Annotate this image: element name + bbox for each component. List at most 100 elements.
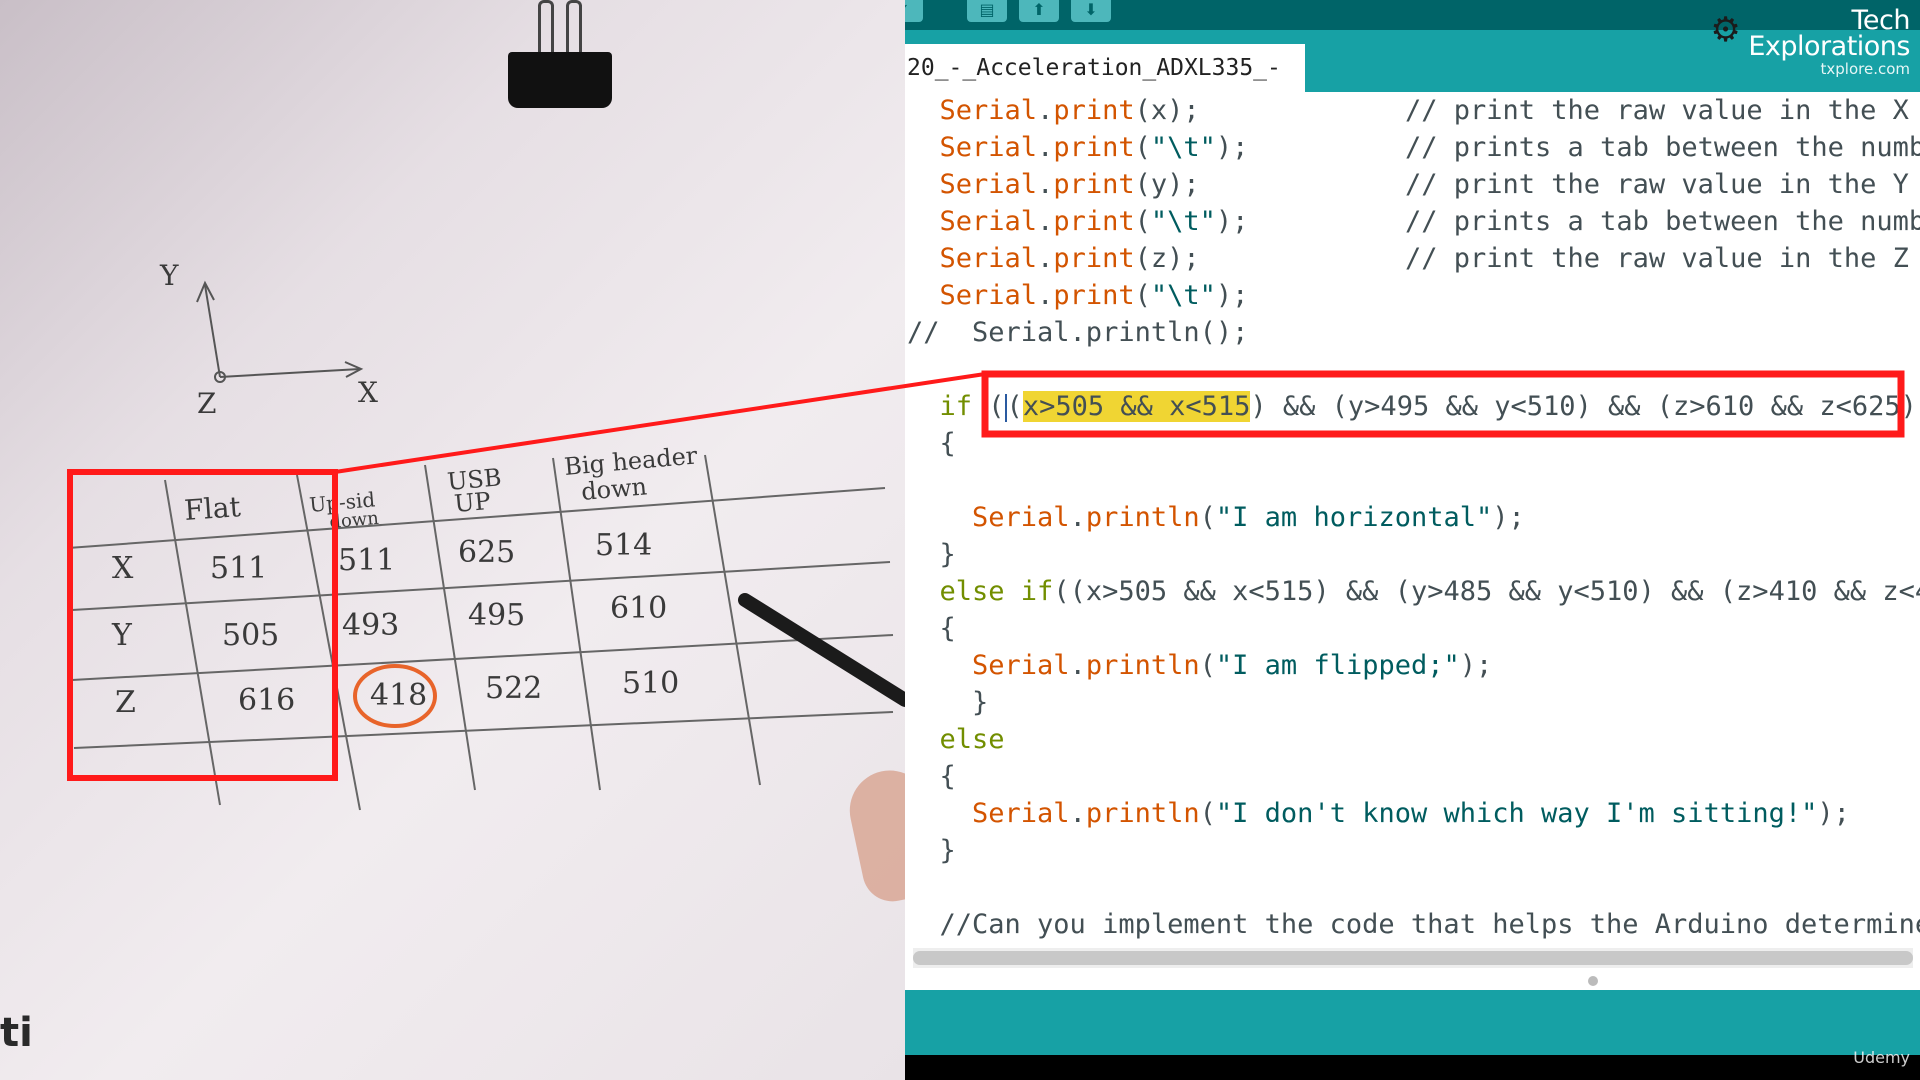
code-token: ); — [1492, 502, 1525, 533]
code-token: "I am flipped;" — [1215, 650, 1460, 681]
code-token: Serial — [972, 502, 1070, 533]
code-token: "\t" — [1150, 280, 1216, 311]
cell-y-upside: 493 — [342, 608, 399, 643]
code-token: print — [1053, 169, 1135, 200]
code-token: if — [939, 391, 973, 422]
arduino-ide-window: ✓ ▤ ⬆ ⬇ 20_-_Acceleration_ADXL335_-_2 ⚙ … — [905, 0, 1920, 1080]
code-comment: // prints a tab between the numbe — [1405, 206, 1920, 237]
brand-line2: Explorations — [1748, 31, 1910, 62]
code-line: Serial.println("I am flipped;"); — [907, 647, 1492, 684]
handwritten-notes: Y Z X Flat Up-sid down USB UP Big header… — [67, 259, 905, 811]
code-token: print — [1053, 280, 1135, 311]
cell-z-flat: 616 — [238, 683, 295, 718]
code-line: else if((x>505 && x<515) && (y>485 && y<… — [907, 573, 1920, 610]
code-token: ( — [1134, 132, 1151, 163]
cell-x-usb: 625 — [458, 535, 515, 570]
code-token: Serial — [939, 95, 1038, 126]
code-token: else — [939, 576, 1005, 607]
code-token: ( — [1134, 280, 1151, 311]
code-token: "\t" — [1150, 132, 1216, 163]
code-line: { — [907, 758, 956, 795]
code-token: ); — [1817, 798, 1850, 829]
code-token: (z); — [1134, 243, 1200, 274]
code-line: //Can you implement the code that helps … — [907, 906, 1920, 943]
code-token: println — [1085, 502, 1200, 533]
axis-label-z: Z — [197, 387, 216, 420]
tab-sketch[interactable]: 20_-_Acceleration_ADXL335_-_2 — [905, 44, 1305, 129]
code-line: Serial.print("\t"); — [907, 129, 1249, 166]
code-token: ); — [1215, 280, 1249, 311]
code-line: { — [907, 610, 956, 647]
cell-z-upside: 418 — [370, 678, 427, 713]
cell-x-flat: 511 — [210, 551, 267, 586]
console-area — [905, 1055, 1920, 1080]
save-icon[interactable]: ⬇ — [1071, 0, 1111, 22]
pane-divider-handle[interactable] — [1588, 976, 1598, 986]
table-values: 511 511 625 514 505 493 495 610 616 418 … — [210, 528, 679, 718]
code-token: { — [939, 428, 956, 459]
code-token: else — [939, 724, 1005, 755]
code-token: (x); — [1134, 95, 1200, 126]
open-icon[interactable]: ⬆ — [1019, 0, 1059, 22]
header-usb-up-2: UP — [453, 487, 492, 518]
verify-icon[interactable]: ✓ — [905, 0, 923, 22]
code-line: Serial.print(x); — [907, 92, 1200, 129]
code-line: Serial.println("I am horizontal"); — [907, 499, 1525, 536]
code-editor[interactable]: Serial.print(x);// print the raw value i… — [905, 92, 1920, 950]
code-comment: // prints a tab between the numbe — [1405, 132, 1920, 163]
code-token: ( — [1199, 502, 1216, 533]
code-token: ( — [1199, 650, 1216, 681]
code-token: print — [1053, 95, 1135, 126]
header-upside-down-2: down — [329, 508, 380, 533]
new-icon[interactable]: ▤ — [967, 0, 1007, 22]
row-label-y: Y — [111, 618, 133, 653]
code-token: print — [1053, 243, 1135, 274]
code-token: (y); — [1134, 169, 1200, 200]
code-comment: // print the raw value in the Z a — [1405, 243, 1920, 274]
code-token: } — [972, 687, 989, 718]
code-token: print — [1053, 206, 1135, 237]
code-token: Serial — [939, 206, 1038, 237]
code-token: . — [1037, 280, 1054, 311]
code-line: } — [907, 684, 988, 721]
code-line: else — [907, 721, 1005, 758]
cell-x-header: 514 — [595, 528, 652, 563]
cell-y-flat: 505 — [222, 618, 279, 653]
code-token: ( — [1006, 391, 1023, 422]
axis-sketch — [196, 280, 364, 383]
code-token: . — [1037, 169, 1054, 200]
cell-y-usb: 495 — [468, 598, 525, 633]
code-token: Serial — [972, 650, 1070, 681]
tech-explorations-gear-icon: ⚙ — [1710, 10, 1741, 50]
code-token: Serial — [939, 280, 1038, 311]
status-bar — [905, 990, 1920, 1055]
code-token: . — [1037, 243, 1054, 274]
code-token: . — [1069, 650, 1086, 681]
code-token: if — [1004, 576, 1054, 607]
cell-x-upside: 511 — [338, 543, 395, 578]
horizontal-scrollbar-thumb[interactable] — [913, 951, 1913, 965]
code-token: println — [1085, 650, 1200, 681]
code-comment: // print the raw value in the Y a — [1405, 169, 1920, 200]
axis-label-x: X — [358, 376, 378, 409]
code-token: . — [1069, 798, 1086, 829]
header-big-header-2: down — [580, 472, 648, 506]
header-flat: Flat — [183, 490, 242, 527]
code-token: ); — [1459, 650, 1493, 681]
cell-y-header: 610 — [610, 591, 667, 626]
row-label-x: X — [112, 551, 134, 586]
code-token: Serial — [939, 169, 1038, 200]
paper-photo: Y Z X Flat Up-sid down USB UP Big header… — [0, 0, 905, 1080]
